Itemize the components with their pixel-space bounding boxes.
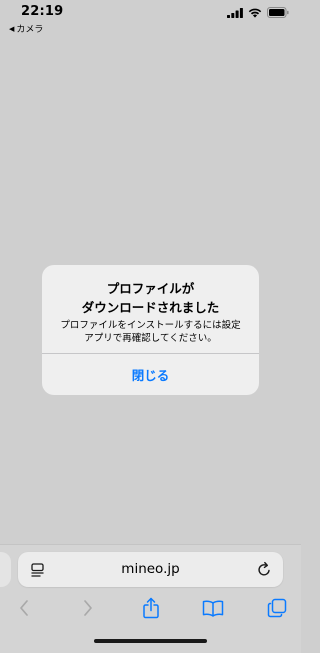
share-icon	[143, 597, 159, 619]
battery-icon	[267, 7, 289, 18]
back-to-app-label: カメラ	[16, 25, 44, 35]
bookmarks-button[interactable]	[201, 596, 225, 620]
status-bar: 22:19 ◀ カメラ	[0, 0, 301, 40]
address-bar[interactable]: mineo.jp	[18, 552, 283, 587]
alert-message: プロファイルをインストールするには設定 アプリで再確認してください。	[60, 320, 241, 344]
home-indicator[interactable]	[94, 639, 207, 643]
back-arrow-icon	[20, 600, 28, 616]
back-button[interactable]	[12, 596, 36, 620]
back-triangle-icon: ◀	[9, 24, 15, 33]
previous-tab-edge[interactable]	[0, 552, 11, 587]
cellular-signal-icon	[227, 7, 243, 18]
url-text[interactable]: mineo.jp	[58, 560, 243, 579]
status-time: 22:19	[21, 4, 64, 19]
forward-button[interactable]	[76, 596, 100, 620]
reload-icon[interactable]	[257, 561, 272, 581]
status-icons	[227, 7, 289, 18]
tabs-icon	[267, 598, 287, 618]
profile-downloaded-alert: プロファイルが ダウンロードされました プロファイルをインストールするには設定 …	[42, 265, 259, 395]
page-menu-icon[interactable]	[31, 562, 45, 581]
share-button[interactable]	[139, 596, 163, 620]
close-button[interactable]: 閉じる	[42, 354, 259, 395]
bookmarks-icon	[202, 600, 224, 617]
wifi-icon	[248, 8, 262, 18]
alert-title: プロファイルが ダウンロードされました	[81, 281, 220, 315]
tabs-button[interactable]	[265, 596, 289, 620]
back-to-app-link[interactable]: ◀ カメラ	[9, 22, 44, 36]
forward-arrow-icon	[84, 600, 92, 616]
